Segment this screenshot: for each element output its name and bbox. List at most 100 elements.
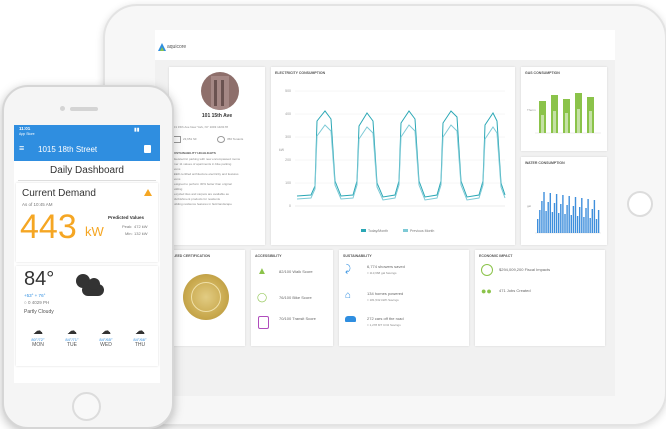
- electricity-title: ELECTRICITY CONSUMPTION: [275, 71, 326, 75]
- water-bar: [541, 201, 543, 233]
- divider: [18, 180, 156, 181]
- peak-label: Peak:: [122, 224, 133, 229]
- car-icon: [345, 316, 356, 322]
- sustainability-highlights-title: SUSTAINABILITY HIGHLIGHTS: [172, 151, 216, 155]
- water-bar: [560, 204, 562, 233]
- jobs-created: 471 Jobs Created: [499, 288, 531, 293]
- building-card: 101 15th Ave 101 15th Ave New York, NY 1…: [169, 67, 265, 245]
- logo-text: aquicore: [167, 44, 187, 50]
- legend-label-current: Today/Month: [368, 229, 388, 233]
- water-bar: [564, 214, 566, 233]
- sustainability-metrics-card: SUSTAINABILITY ⤸ 6,774 showers saved = 1…: [339, 250, 469, 346]
- home-icon: ⌂: [345, 290, 352, 301]
- phone-speaker: [70, 107, 98, 111]
- tenants-icon: [217, 136, 225, 143]
- weather-condition: Partly Cloudy: [24, 309, 54, 315]
- water-title: WATER CONSUMPTION: [525, 161, 565, 165]
- alert-icon: [144, 189, 152, 196]
- current-demand-card: Current Demand As of 10:45 AM 443 kW Pre…: [16, 183, 158, 262]
- water-bar: [562, 195, 564, 233]
- water-ylabel: gal: [527, 204, 531, 208]
- tablet-home-button[interactable]: [627, 191, 653, 217]
- nav-bar: ≡ 1015 18th Street: [14, 139, 160, 161]
- legend-swatch-previous: [403, 229, 408, 232]
- gas-ylabel: Therm: [527, 108, 536, 112]
- partly-cloudy-icon: [74, 272, 106, 304]
- moon-cloud-icon: ☁: [135, 326, 145, 337]
- forecast-row: ☁ 80°/72° MON ☁ 84°/71° TUE ☁ 84°/65° WE…: [22, 326, 156, 362]
- gas-card: GAS CONSUMPTION Therm: [521, 67, 607, 151]
- building-address-title[interactable]: 1015 18th Street: [38, 145, 97, 154]
- dashboard-title: Daily Dashboard: [50, 165, 124, 176]
- water-bar: [579, 207, 581, 233]
- water-bar: [555, 194, 558, 233]
- water-bar: [576, 216, 579, 233]
- electricity-ytick: 400: [285, 112, 291, 116]
- forecast-day: ☁ 80°/72° MON: [22, 326, 54, 348]
- min-label: Min:: [125, 231, 133, 236]
- demand-unit: kW: [85, 224, 104, 239]
- cars-savings: = 1,278 MT CO2 Savings: [367, 323, 401, 327]
- water-bar: [551, 212, 554, 233]
- gas-bar-prev: [577, 109, 580, 133]
- weather-range: +53° + 76°: [24, 293, 46, 298]
- homes-savings: = 181,532 kWh Savings: [367, 298, 399, 302]
- jobs-icon: ●●: [481, 286, 492, 296]
- gas-bar-prev: [589, 111, 592, 133]
- status-carrier: App Store: [19, 132, 35, 136]
- building-icon[interactable]: [144, 145, 151, 153]
- electricity-ytick: 100: [285, 181, 291, 185]
- leed-card: LEED CERTIFICATION: [169, 250, 245, 346]
- water-bar: [549, 193, 551, 233]
- water-bar: [566, 205, 568, 233]
- water-chart: gal: [527, 192, 601, 234]
- forecast-day: ☁ 84°/71° TUE: [56, 326, 88, 348]
- water-bar: [591, 209, 593, 233]
- menu-icon[interactable]: ≡: [19, 144, 24, 153]
- forecast-day-label: TUE: [67, 342, 77, 348]
- water-bar: [583, 217, 585, 233]
- water-bar: [547, 202, 549, 233]
- phone-home-button[interactable]: [72, 392, 101, 421]
- accessibility-title: ACCESSIBILITY: [255, 254, 282, 258]
- water-bar: [572, 206, 575, 233]
- building-name: 101 15th Ave: [201, 113, 233, 119]
- electricity-ytick: 200: [285, 158, 291, 162]
- electricity-card: ELECTRICITY CONSUMPTION 500 400 300 200 …: [271, 67, 515, 245]
- building-address: 101 15th Ave New York, NY 1003 14/0178: [172, 125, 228, 129]
- water-bar: [558, 213, 560, 233]
- sustainability-metrics-title: SUSTAINABILITY: [343, 254, 372, 258]
- accessibility-card: ACCESSIBILITY ▲ 82/100 Walk Score ◯ 76/1…: [251, 250, 333, 346]
- gas-title: GAS CONSUMPTION: [525, 71, 560, 75]
- water-bar: [570, 215, 572, 233]
- aquicore-logo-icon: [158, 43, 166, 51]
- status-time: 11:01: [19, 126, 31, 131]
- peak-value: 472 kW: [134, 224, 148, 229]
- forecast-day: ☁ 84°/65° WED: [90, 326, 122, 348]
- gas-chart: Therm: [527, 93, 601, 134]
- water-bar: [539, 210, 541, 233]
- legend-swatch-current: [361, 229, 366, 232]
- phone-camera: [60, 106, 65, 111]
- forecast-day-label: MON: [32, 342, 44, 348]
- weather-card: 84° +53° + 76° ○ 0 4029 PH Partly Cloudy…: [16, 266, 158, 366]
- water-bar: [585, 208, 587, 233]
- showers-savings: = 113,668 gal Savings: [367, 271, 397, 275]
- demand-as-of: As of 10:45 AM: [22, 202, 53, 207]
- current-demand-title: Current Demand: [22, 188, 96, 199]
- homes-powered: 134 homes powered: [367, 291, 404, 296]
- electricity-ytick: 500: [285, 89, 291, 93]
- economic-title: ECONOMIC IMPACT: [479, 254, 513, 258]
- water-bar: [553, 203, 556, 233]
- transit-score: 70/100 Transit Score: [279, 316, 316, 321]
- water-bar: [589, 218, 591, 233]
- leed-title: LEED CERTIFICATION: [173, 254, 211, 258]
- predicted-values-title: Predicted Values: [108, 215, 145, 220]
- water-card: WATER CONSUMPTION gal: [521, 157, 607, 245]
- water-bar: [574, 197, 577, 233]
- sustainability-list: Bike/electric parking with new encompass…: [172, 157, 264, 207]
- shoe-icon: ▲: [257, 266, 267, 277]
- water-bar: [543, 192, 545, 233]
- status-bar: 11:01 App Store ▮▮: [14, 125, 160, 139]
- weather-humidity: ○ 0 4029 PH: [24, 300, 50, 305]
